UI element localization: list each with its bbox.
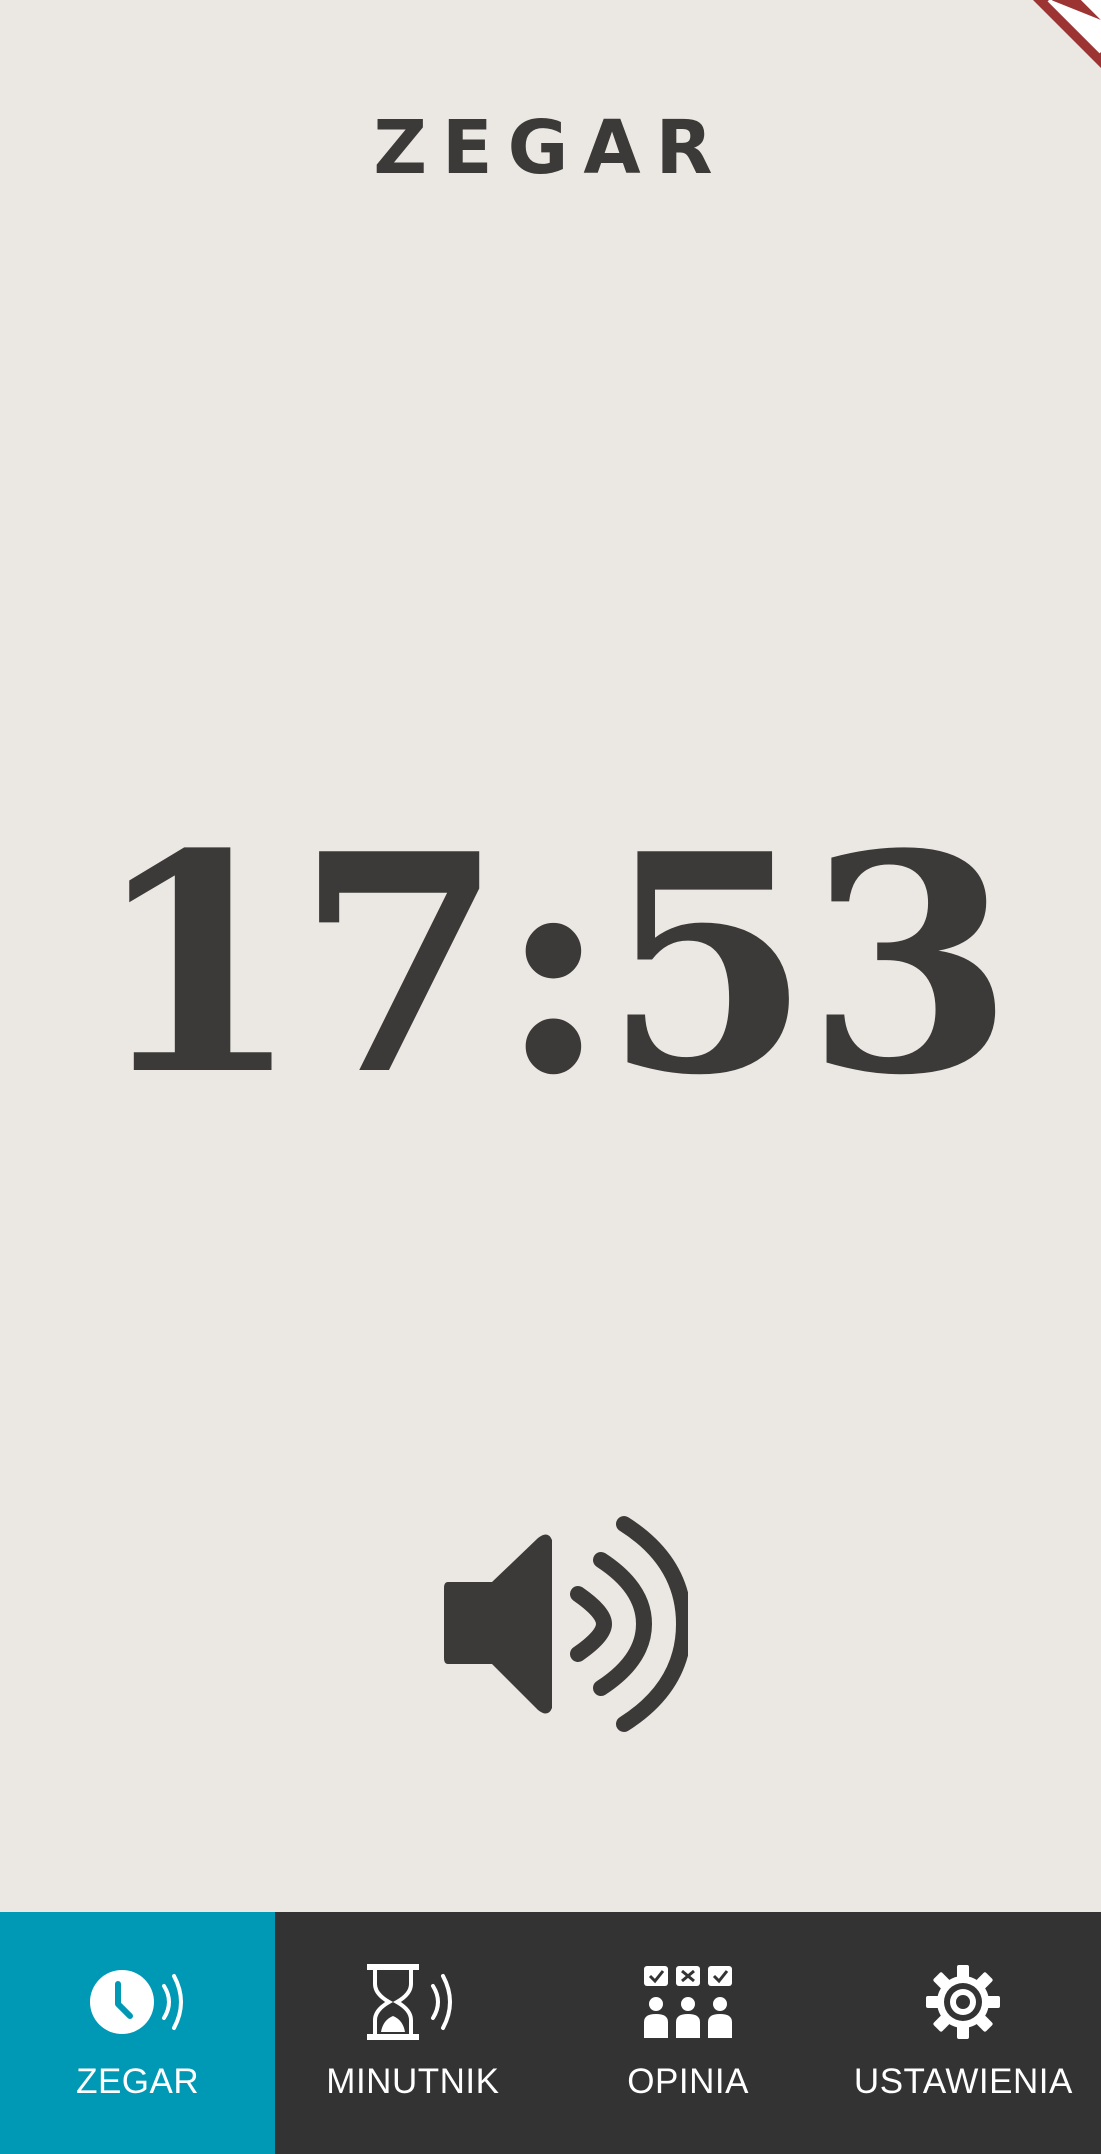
nav-label-minutnik: MINUTNIK: [326, 2062, 500, 2101]
nav-label-ustawienia: USTAWIENIA: [853, 2062, 1073, 2101]
speaker-wave-icon: [444, 1516, 688, 1732]
gear-icon: [913, 1962, 1013, 2042]
nav-item-minutnik[interactable]: MINUTNIK: [275, 1912, 550, 2154]
nav-item-opinia[interactable]: OPINIA: [551, 1912, 826, 2154]
people-vote-icon: [638, 1962, 738, 2042]
clock-speaker-icon: [88, 1962, 188, 2042]
nav-label-zegar: ZEGAR: [76, 2062, 200, 2101]
sound-toggle-button[interactable]: [438, 1512, 688, 1742]
nav-label-opinia: OPINIA: [627, 2062, 749, 2101]
clock-screen: ZEGAR 17:53 ZEGAR MINUTNIK OPINIA USTAWI…: [0, 0, 1101, 2154]
flag-ribbon-icon: [921, 0, 1101, 180]
hourglass-speaker-icon: [363, 1962, 463, 2042]
bottom-navigation: ZEGAR MINUTNIK OPINIA USTAWIENIA: [0, 1912, 1101, 2154]
clock-time: 17:53: [92, 788, 1015, 1141]
nav-item-zegar[interactable]: ZEGAR: [0, 1912, 276, 2154]
nav-item-ustawienia[interactable]: USTAWIENIA: [826, 1912, 1101, 2154]
